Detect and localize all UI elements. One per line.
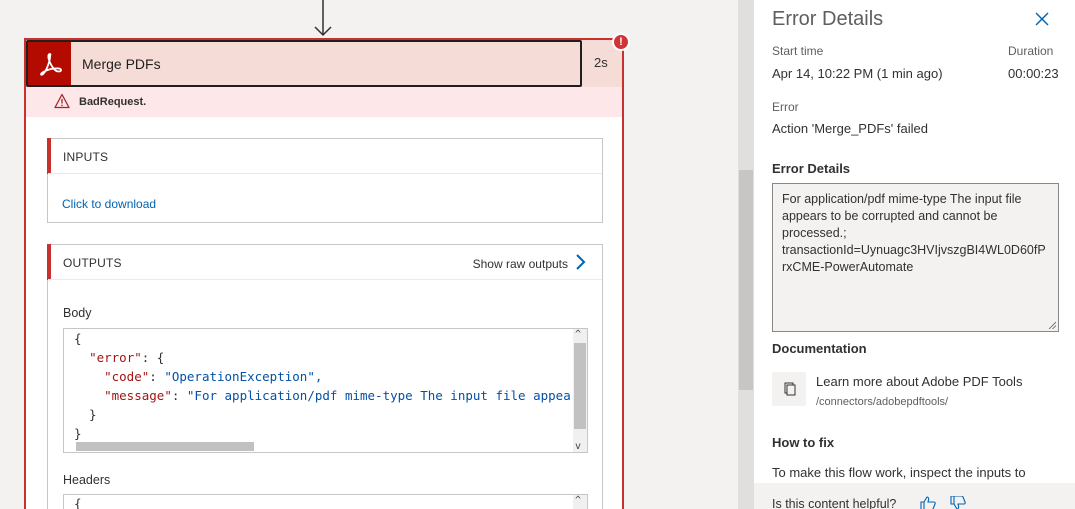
code-text: } bbox=[74, 426, 82, 441]
error-details-textarea[interactable]: For application/pdf mime-type The input … bbox=[772, 183, 1059, 332]
error-value: Action 'Merge_PDFs' failed bbox=[772, 121, 928, 136]
panel-title: Error Details bbox=[772, 8, 884, 30]
page-scrollbar[interactable] bbox=[738, 0, 754, 509]
error-details-heading: Error Details bbox=[772, 161, 851, 176]
code-key: "error" bbox=[89, 350, 142, 365]
thumbs-down-icon[interactable] bbox=[950, 496, 966, 509]
down-arrow-icon bbox=[314, 0, 332, 37]
chevron-right-icon[interactable] bbox=[574, 253, 586, 271]
outputs-title: OUTPUTS bbox=[63, 256, 122, 270]
code-line: "message": "For application/pdf mime-typ… bbox=[74, 388, 578, 403]
action-title: Merge PDFs bbox=[82, 56, 161, 72]
documentation-heading: Documentation bbox=[772, 341, 867, 356]
duration-badge: 2s bbox=[594, 55, 608, 70]
inputs-title: INPUTS bbox=[63, 150, 109, 164]
code-punct: : { bbox=[141, 350, 165, 365]
headers-code-viewer[interactable]: { ^ bbox=[63, 494, 588, 509]
action-card-header[interactable]: Merge PDFs 2s bbox=[26, 40, 622, 87]
vertical-scrollbar[interactable]: ^ v bbox=[573, 329, 587, 452]
document-copy-icon bbox=[772, 372, 806, 406]
thumbs-up-icon[interactable] bbox=[920, 496, 936, 509]
error-label: Error bbox=[772, 100, 799, 114]
adobe-pdf-icon bbox=[28, 42, 71, 85]
adobe-docs-path: /connectors/adobepdftools/ bbox=[816, 396, 949, 408]
start-time-value: Apr 14, 10:22 PM (1 min ago) bbox=[772, 66, 943, 81]
action-card-title-area[interactable]: Merge PDFs bbox=[26, 40, 582, 87]
code-text: } bbox=[74, 407, 97, 422]
code-line: } bbox=[74, 426, 82, 441]
divider bbox=[48, 173, 602, 174]
download-inputs-link[interactable]: Click to download bbox=[62, 197, 156, 211]
start-time-label: Start time bbox=[772, 44, 824, 58]
code-line: { bbox=[74, 331, 82, 346]
close-icon[interactable] bbox=[1034, 11, 1050, 27]
flow-canvas: Merge PDFs 2s ! BadRequest. INPUTS Click… bbox=[0, 0, 738, 509]
status-banner: BadRequest. bbox=[26, 87, 622, 117]
adobe-docs-link[interactable]: Learn more about Adobe PDF Tools bbox=[816, 374, 1022, 389]
scroll-up-icon[interactable]: ^ bbox=[575, 495, 581, 506]
body-label: Body bbox=[63, 306, 92, 320]
feedback-bar: Is this content helpful? bbox=[754, 483, 1075, 509]
show-raw-outputs-link[interactable]: Show raw outputs bbox=[473, 257, 568, 271]
action-card-merge-pdfs: Merge PDFs 2s ! BadRequest. INPUTS Click… bbox=[24, 33, 630, 509]
code-punct: : bbox=[149, 369, 165, 384]
code-key: "code" bbox=[104, 369, 150, 384]
code-line: } bbox=[74, 407, 97, 422]
outputs-section: OUTPUTS Show raw outputs Body { "error":… bbox=[47, 244, 603, 509]
error-details-text: For application/pdf mime-type The input … bbox=[782, 192, 1046, 274]
scroll-up-icon[interactable]: ^ bbox=[575, 329, 581, 340]
error-badge-icon: ! bbox=[612, 33, 630, 51]
code-value: "For application/pdf mime-type The input… bbox=[186, 388, 579, 403]
scroll-down-icon[interactable]: v bbox=[575, 441, 581, 452]
body-code-viewer[interactable]: { "error": { "code": "OperationException… bbox=[63, 328, 588, 453]
inputs-section: INPUTS Click to download bbox=[47, 138, 603, 223]
divider bbox=[48, 279, 602, 280]
page-scroll-thumb[interactable] bbox=[739, 170, 753, 390]
vertical-scroll-thumb[interactable] bbox=[574, 343, 586, 429]
warning-icon bbox=[54, 93, 70, 109]
status-text: BadRequest. bbox=[79, 96, 147, 108]
code-line: "error": { bbox=[74, 350, 164, 365]
how-to-fix-heading: How to fix bbox=[772, 435, 835, 450]
horizontal-scroll-thumb[interactable] bbox=[76, 442, 254, 451]
section-accent bbox=[47, 138, 51, 174]
code-value: "OperationException", bbox=[164, 369, 323, 384]
resize-grip-icon[interactable] bbox=[1048, 321, 1056, 329]
how-to-fix-text: To make this flow work, inspect the inpu… bbox=[772, 465, 1026, 480]
helpful-question: Is this content helpful? bbox=[772, 497, 897, 509]
vertical-scrollbar[interactable]: ^ bbox=[573, 495, 587, 509]
error-details-panel: Error Details Start time Apr 14, 10:22 P… bbox=[754, 0, 1075, 509]
duration-label: Duration bbox=[1008, 44, 1054, 58]
headers-label: Headers bbox=[63, 473, 111, 487]
code-line: "code": "OperationException", bbox=[74, 369, 322, 384]
code-text: { bbox=[74, 331, 82, 346]
code-punct: : bbox=[171, 388, 187, 403]
code-line: { bbox=[74, 496, 82, 509]
code-key: "message" bbox=[104, 388, 172, 403]
duration-value: 00:00:23 bbox=[1008, 66, 1059, 81]
section-accent bbox=[47, 244, 51, 280]
